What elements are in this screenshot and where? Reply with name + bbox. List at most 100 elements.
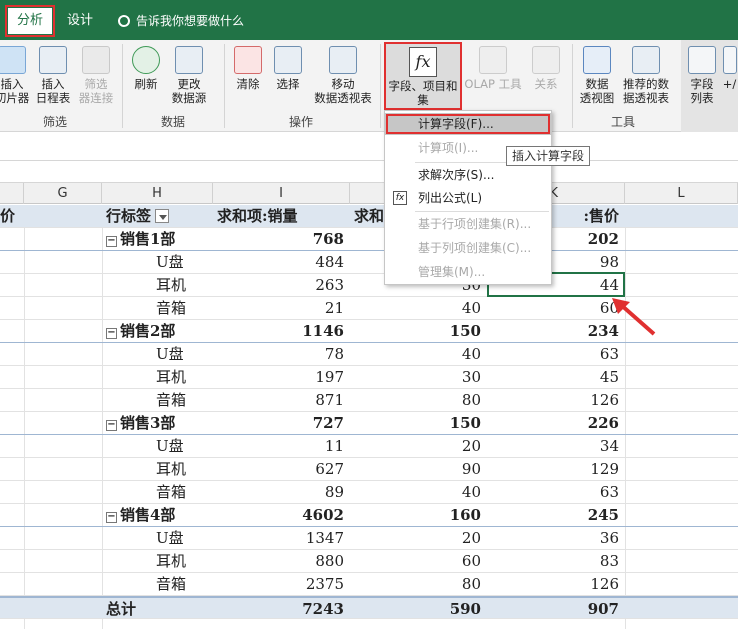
item-label[interactable]: 耳机 (102, 458, 213, 480)
item-sales[interactable]: 21 (213, 297, 350, 319)
item-field[interactable]: 40 (350, 481, 487, 503)
item-sales[interactable]: 89 (213, 481, 350, 503)
item-price[interactable]: 45 (487, 366, 625, 388)
column-header-h[interactable]: H (102, 183, 213, 204)
item-field[interactable]: 30 (350, 366, 487, 388)
group-sales[interactable]: 768 (213, 228, 350, 250)
group-sales[interactable]: 1146 (213, 320, 350, 342)
group-price[interactable]: 234 (487, 320, 625, 342)
group-label[interactable]: − 销售3部 (102, 412, 213, 434)
formula-bar[interactable] (0, 133, 738, 161)
collapse-icon[interactable]: − (106, 512, 117, 523)
item-sales[interactable]: 484 (213, 251, 350, 273)
grand-total-label[interactable]: 总计 (102, 598, 213, 620)
item-label[interactable]: 音箱 (102, 389, 213, 411)
fields-items-sets-button[interactable]: fx 字段、项目和 集 (384, 42, 462, 110)
grand-total-sales[interactable]: 7243 (213, 598, 350, 620)
change-source-button[interactable]: 更改 数据源 (166, 44, 212, 105)
item-field[interactable]: 20 (350, 527, 487, 549)
recommended-pivot-button[interactable]: 推荐的数 据透视表 (618, 44, 674, 105)
item-label[interactable]: 耳机 (102, 274, 213, 296)
item-field[interactable]: 40 (350, 297, 487, 319)
filter-dropdown-icon[interactable] (155, 209, 170, 223)
item-field[interactable]: 20 (350, 435, 487, 457)
item-label[interactable]: 音箱 (102, 297, 213, 319)
relationships-button[interactable]: 关系 (526, 44, 566, 91)
item-field[interactable]: 80 (350, 573, 487, 595)
item-label[interactable]: U盘 (102, 527, 213, 549)
item-price[interactable]: 126 (487, 389, 625, 411)
item-sales[interactable]: 197 (213, 366, 350, 388)
collapse-icon[interactable]: − (106, 328, 117, 339)
item-field[interactable]: 40 (350, 343, 487, 365)
menu-create-set-columns[interactable]: 基于列项创建集(C)... (385, 237, 551, 259)
refresh-button[interactable]: 刷新 (128, 44, 164, 91)
tab-design[interactable]: 设计 (60, 8, 100, 34)
group-label[interactable]: − 销售4部 (102, 504, 213, 526)
item-price[interactable]: 83 (487, 550, 625, 572)
item-price[interactable]: 63 (487, 343, 625, 365)
column-header-g[interactable]: G (24, 183, 102, 204)
grand-total-field[interactable]: 590 (350, 598, 487, 620)
pivot-chart-button[interactable]: 数据 透视图 (576, 44, 618, 105)
item-label[interactable]: U盘 (102, 343, 213, 365)
item-price[interactable]: 34 (487, 435, 625, 457)
menu-create-set-rows[interactable]: 基于行项创建集(R)... (385, 213, 551, 235)
insert-slicer-button[interactable]: 插入 切片器 (0, 44, 30, 105)
item-price[interactable]: 126 (487, 573, 625, 595)
partial-cell[interactable]: 价 (0, 205, 24, 227)
tab-analyze[interactable]: 分析 (5, 5, 55, 37)
item-field[interactable]: 90 (350, 458, 487, 480)
item-field[interactable]: 60 (350, 550, 487, 572)
menu-calculated-field[interactable]: 计算字段(F)... (385, 113, 551, 135)
item-sales[interactable]: 880 (213, 550, 350, 572)
item-label[interactable]: 耳机 (102, 550, 213, 572)
item-price[interactable]: 129 (487, 458, 625, 480)
clear-button[interactable]: 清除 (230, 44, 266, 91)
sum-sales-header[interactable]: 求和项:销量 (213, 205, 350, 227)
item-field[interactable]: 80 (350, 389, 487, 411)
collapse-icon[interactable]: − (106, 236, 117, 247)
item-label[interactable]: 音箱 (102, 481, 213, 503)
item-sales[interactable]: 11 (213, 435, 350, 457)
menu-manage-sets[interactable]: 管理集(M)... (385, 261, 551, 283)
group-label[interactable]: − 销售1部 (102, 228, 213, 250)
item-label[interactable]: 耳机 (102, 366, 213, 388)
item-label[interactable]: U盘 (102, 251, 213, 273)
column-header-i[interactable]: I (213, 183, 350, 204)
column-header-l[interactable]: L (625, 183, 738, 204)
group-label[interactable]: − 销售2部 (102, 320, 213, 342)
item-price[interactable]: 60 (487, 297, 625, 319)
select-button[interactable]: 选择 (270, 44, 306, 91)
menu-solve-order[interactable]: 求解次序(S)... (385, 164, 551, 186)
item-sales[interactable]: 871 (213, 389, 350, 411)
group-field[interactable]: 160 (350, 504, 487, 526)
item-price[interactable]: 63 (487, 481, 625, 503)
item-sales[interactable]: 1347 (213, 527, 350, 549)
collapse-icon[interactable]: − (106, 420, 117, 431)
tell-me-search[interactable]: 告诉我你想要做什么 (118, 8, 244, 34)
group-price[interactable]: 245 (487, 504, 625, 526)
group-sales[interactable]: 727 (213, 412, 350, 434)
group-field[interactable]: 150 (350, 412, 487, 434)
plus-minus-button[interactable]: +/ (721, 44, 738, 91)
move-pivot-button[interactable]: 移动 数据透视表 (310, 44, 376, 105)
row-labels-header[interactable]: 行标签 (102, 205, 213, 227)
item-sales[interactable]: 2375 (213, 573, 350, 595)
group-price[interactable]: 226 (487, 412, 625, 434)
item-sales[interactable]: 263 (213, 274, 350, 296)
filter-connections-button[interactable]: 筛选 器连接 (76, 44, 116, 105)
item-price[interactable]: 36 (487, 527, 625, 549)
item-label[interactable]: U盘 (102, 435, 213, 457)
item-label[interactable]: 音箱 (102, 573, 213, 595)
menu-list-formulas[interactable]: fx 列出公式(L) (385, 187, 551, 209)
item-sales[interactable]: 78 (213, 343, 350, 365)
group-sales[interactable]: 4602 (213, 504, 350, 526)
item-sales[interactable]: 627 (213, 458, 350, 480)
olap-tools-button[interactable]: OLAP 工具 (462, 44, 524, 91)
column-header-partial[interactable] (0, 183, 24, 204)
field-list-button[interactable]: 字段 列表 (685, 44, 719, 105)
grand-total-price[interactable]: 907 (487, 598, 625, 620)
insert-timeline-button[interactable]: 插入 日程表 (32, 44, 74, 105)
group-field[interactable]: 150 (350, 320, 487, 342)
